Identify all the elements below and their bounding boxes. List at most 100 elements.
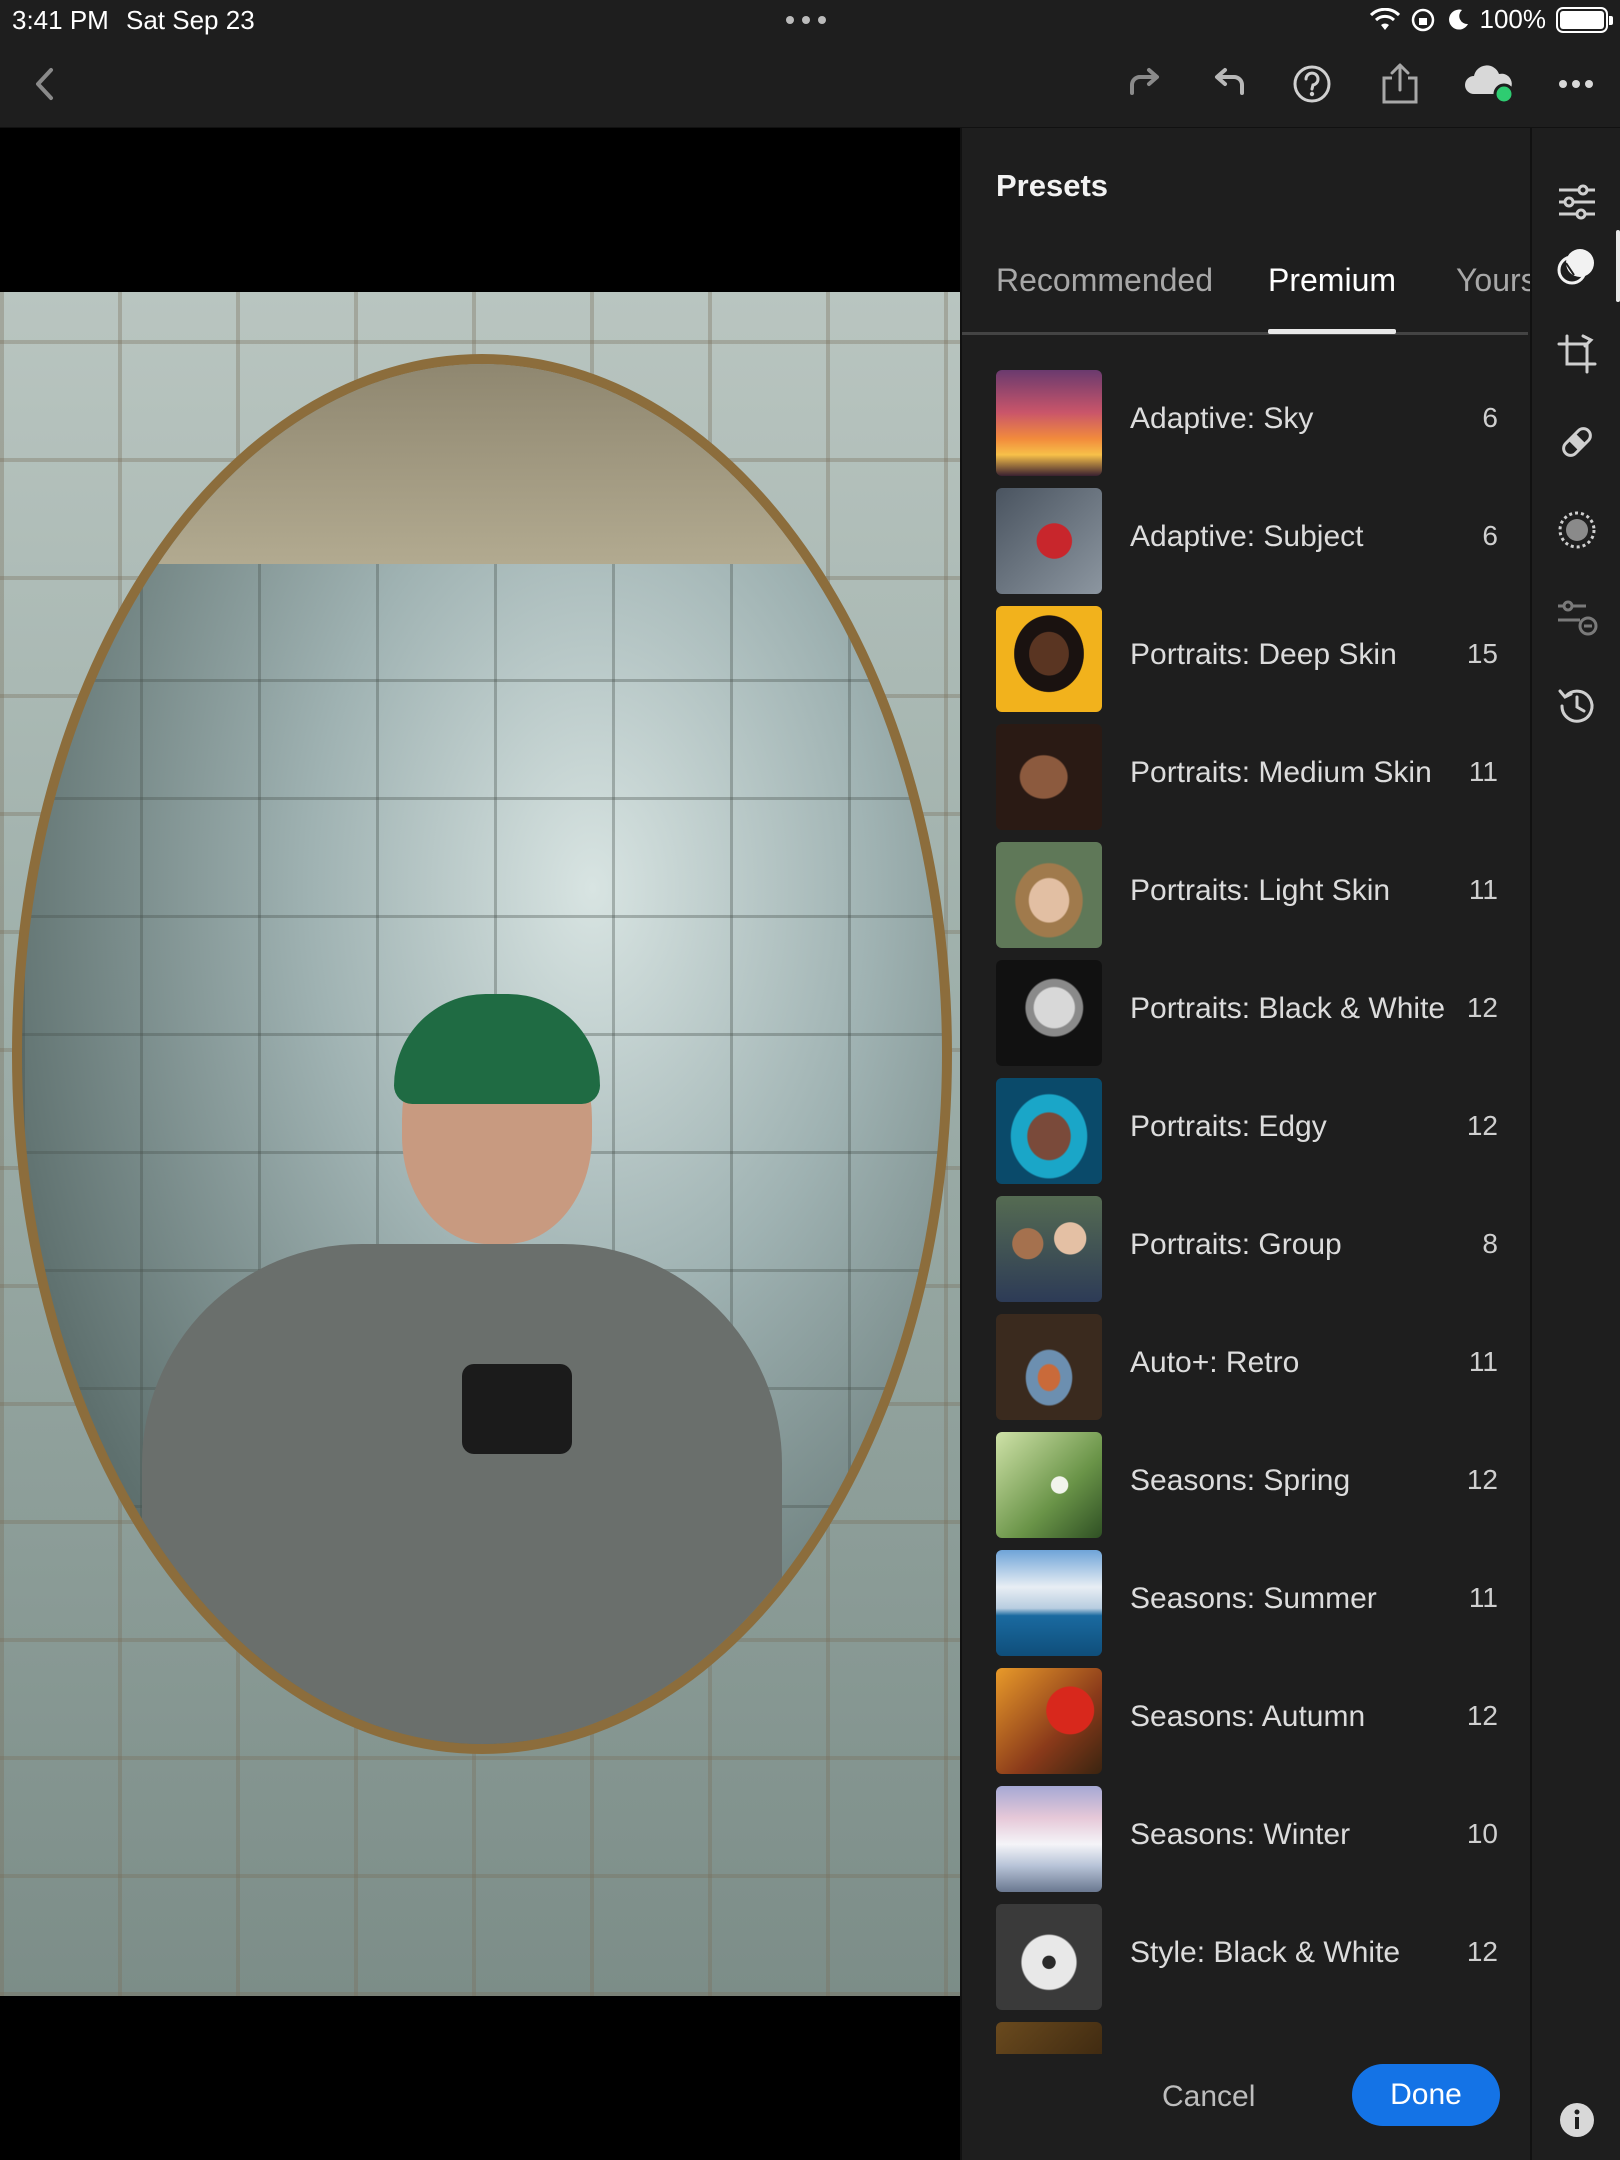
- preset-row[interactable]: Portraits: Group 8: [962, 1190, 1532, 1308]
- status-time: 3:41 PM: [12, 5, 109, 35]
- info-icon[interactable]: [1549, 2092, 1605, 2148]
- preset-thumbnail: [996, 1668, 1102, 1774]
- back-chevron-icon[interactable]: [18, 58, 70, 110]
- share-icon[interactable]: [1374, 58, 1426, 110]
- preset-thumbnail: [996, 724, 1102, 830]
- preset-count: 12: [1466, 1110, 1498, 1141]
- presets-panel: Presets Recommended Premium Yours Adapti…: [960, 128, 1532, 2160]
- preset-name: Portraits: Black & White: [1130, 992, 1446, 1025]
- preset-name: Seasons: Summer: [1130, 1582, 1377, 1615]
- tab-premium[interactable]: Premium: [1268, 262, 1396, 299]
- photo-canvas[interactable]: [0, 128, 960, 2160]
- preset-thumbnail: [996, 1078, 1102, 1184]
- photo-image: [0, 292, 960, 1996]
- redo-icon[interactable]: [1118, 58, 1170, 110]
- preset-thumbnail: [996, 1904, 1102, 2010]
- preset-row[interactable]: Portraits: Black & White 12: [962, 954, 1532, 1072]
- preset-count: 12: [1466, 1464, 1498, 1495]
- preset-row[interactable]: Seasons: Summer 11: [962, 1544, 1532, 1662]
- cloud-sync-icon[interactable]: [1460, 58, 1520, 110]
- preset-count: 11: [1468, 874, 1498, 905]
- tab-divider: [962, 332, 1528, 335]
- preset-name: Adaptive: Sky: [1130, 402, 1314, 435]
- preset-thumbnail: [996, 1196, 1102, 1302]
- versions-icon[interactable]: [1549, 590, 1605, 646]
- preset-list[interactable]: Adaptive: Sky 6 Adaptive: Subject 6 Port…: [962, 364, 1532, 2054]
- orientation-lock-icon: [1411, 8, 1434, 31]
- preset-row[interactable]: Auto+: Retro 11: [962, 1308, 1532, 1426]
- preset-row[interactable]: Seasons: Spring 12: [962, 1426, 1532, 1544]
- history-icon[interactable]: [1549, 678, 1605, 734]
- preset-thumbnail: [996, 370, 1102, 476]
- preset-count: 8: [1482, 1228, 1498, 1259]
- preset-row[interactable]: Adaptive: Sky 6: [962, 364, 1532, 482]
- multitasking-dots-icon[interactable]: [786, 16, 826, 24]
- preset-count: 11: [1468, 756, 1498, 787]
- more-icon[interactable]: [1550, 58, 1602, 110]
- top-toolbar: [0, 40, 1620, 128]
- masking-icon[interactable]: [1549, 502, 1605, 558]
- help-icon[interactable]: [1286, 58, 1338, 110]
- edit-sliders-icon[interactable]: [1549, 174, 1605, 230]
- preset-row[interactable]: Seasons: Winter 10: [962, 1780, 1532, 1898]
- preset-thumbnail: [996, 1550, 1102, 1656]
- preset-row[interactable]: Portraits: Medium Skin 11: [962, 718, 1532, 836]
- active-tool-indicator: [1616, 230, 1620, 302]
- preset-count: 11: [1468, 1346, 1498, 1377]
- preset-name: Portraits: Edgy: [1130, 1110, 1327, 1143]
- crop-icon[interactable]: [1549, 326, 1605, 382]
- preset-name: Portraits: Medium Skin: [1130, 756, 1432, 789]
- preset-count: 11: [1468, 1582, 1498, 1613]
- preset-row[interactable]: Style: Black & White 12: [962, 1898, 1532, 2016]
- preset-count: 12: [1466, 1700, 1498, 1731]
- preset-count: 6: [1482, 520, 1498, 551]
- tab-recommended[interactable]: Recommended: [996, 262, 1213, 299]
- preset-name: Seasons: Winter: [1130, 1818, 1351, 1851]
- preset-thumbnail: [996, 1314, 1102, 1420]
- status-bar: 3:41 PM Sat Sep 23 100%: [0, 0, 1620, 40]
- preset-count: 6: [1482, 402, 1498, 433]
- preset-name: Seasons: Autumn: [1130, 1700, 1366, 1733]
- preset-thumbnail: [996, 2022, 1102, 2054]
- preset-name: Adaptive: Subject: [1130, 520, 1364, 553]
- preset-row[interactable]: Portraits: Light Skin 11: [962, 836, 1532, 954]
- done-button[interactable]: Done: [1352, 2064, 1500, 2126]
- active-tab-indicator: [1268, 329, 1396, 334]
- battery-icon: [1556, 6, 1613, 33]
- panel-title: Presets: [996, 168, 1109, 203]
- status-date: Sat Sep 23: [126, 5, 255, 35]
- presets-icon[interactable]: [1549, 238, 1605, 294]
- preset-name: Auto+: Retro: [1130, 1346, 1300, 1379]
- moon-icon: [1448, 9, 1468, 30]
- preset-name: Portraits: Group: [1130, 1228, 1342, 1261]
- preset-thumbnail: [996, 1432, 1102, 1538]
- preset-name: Portraits: Deep Skin: [1130, 638, 1397, 671]
- preset-name: Style: Black & White: [1130, 1936, 1401, 1969]
- mirror-reflection: [12, 354, 952, 1754]
- preset-thumbnail: [996, 488, 1102, 594]
- preset-row[interactable]: Seasons: Autumn 12: [962, 1662, 1532, 1780]
- preset-thumbnail: [996, 1786, 1102, 1892]
- preset-row[interactable]: [962, 2016, 1532, 2054]
- preset-tabs: Recommended Premium Yours: [962, 246, 1532, 346]
- preset-thumbnail: [996, 606, 1102, 712]
- preset-count: 15: [1466, 638, 1498, 669]
- preset-count: 10: [1466, 1818, 1498, 1849]
- preset-row[interactable]: Adaptive: Subject 6: [962, 482, 1532, 600]
- preset-name: Seasons: Spring: [1130, 1464, 1351, 1497]
- cancel-button[interactable]: Cancel: [1162, 2080, 1255, 2114]
- tool-rail: [1530, 128, 1620, 2160]
- preset-row[interactable]: Portraits: Deep Skin 15: [962, 600, 1532, 718]
- preset-count: 12: [1466, 1936, 1498, 1967]
- battery-percent: 100%: [1479, 4, 1547, 34]
- preset-name: Portraits: Light Skin: [1130, 874, 1391, 907]
- panel-footer: Cancel Done: [962, 2054, 1532, 2160]
- preset-thumbnail: [996, 960, 1102, 1066]
- healing-icon[interactable]: [1549, 414, 1605, 470]
- status-indicators: 100%: [1369, 4, 1613, 35]
- preset-row[interactable]: Portraits: Edgy 12: [962, 1072, 1532, 1190]
- preset-count: 12: [1466, 992, 1498, 1023]
- wifi-icon: [1369, 7, 1400, 30]
- tab-yours[interactable]: Yours: [1456, 262, 1532, 299]
- undo-icon[interactable]: [1204, 58, 1256, 110]
